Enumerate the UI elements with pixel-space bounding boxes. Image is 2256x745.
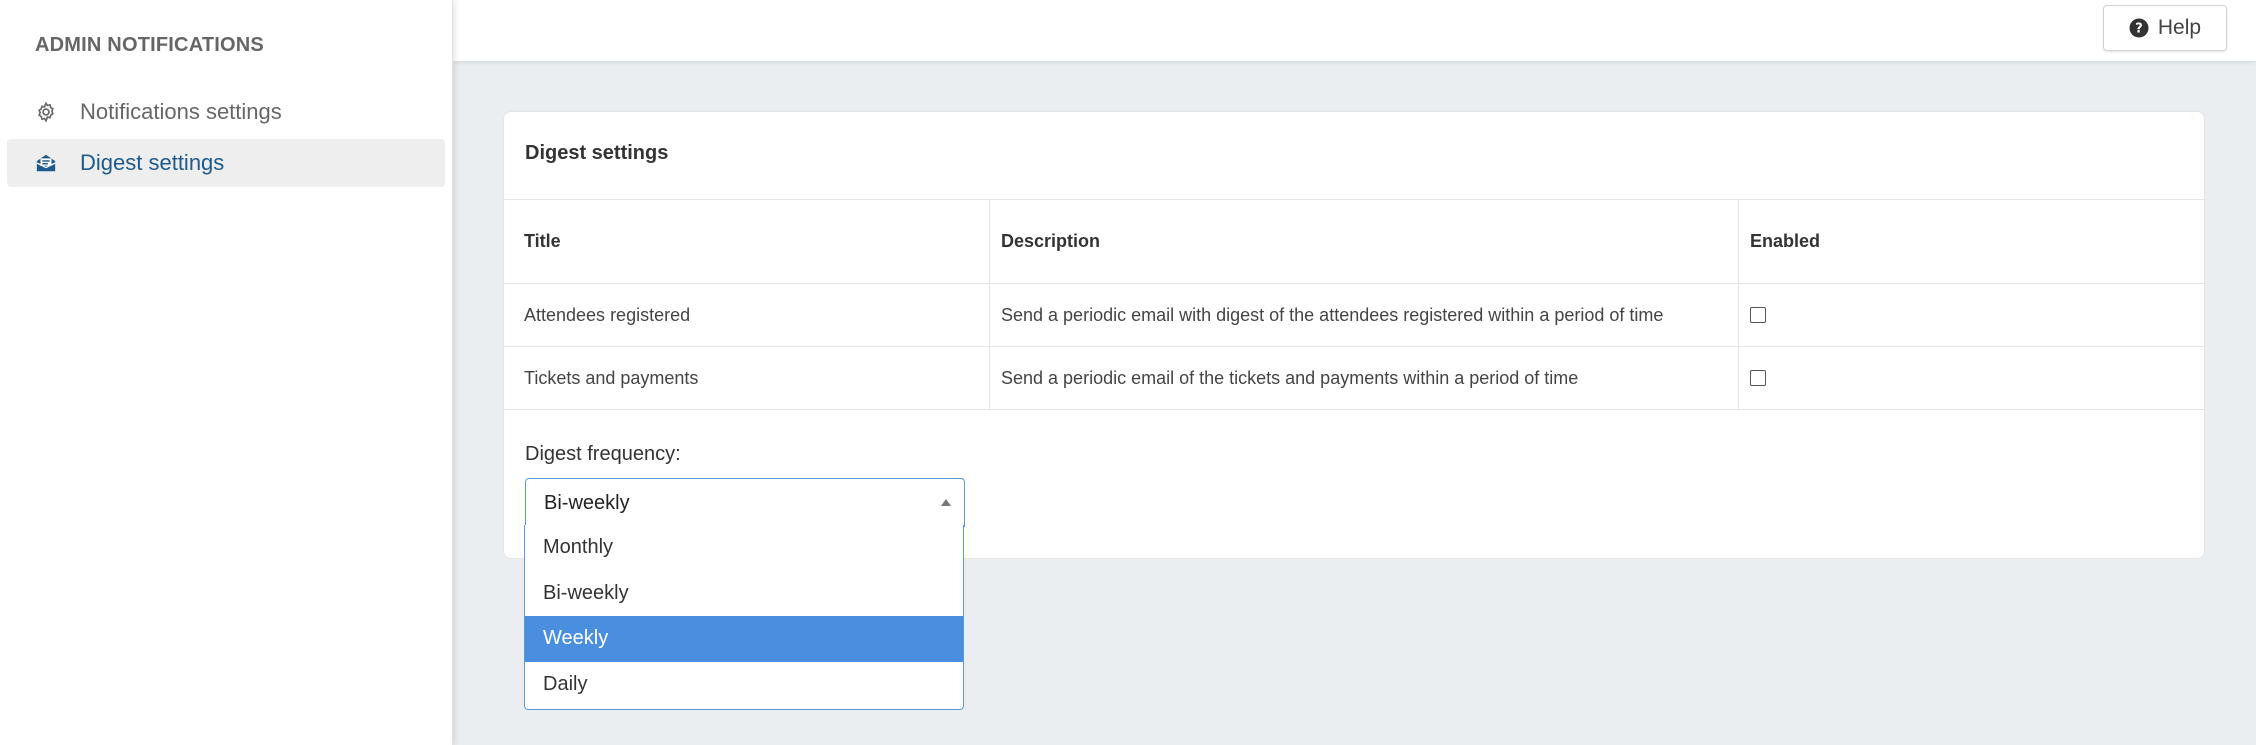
- option-weekly[interactable]: Weekly: [525, 616, 963, 662]
- sidebar-item-label: Notifications settings: [80, 99, 282, 124]
- row-title: Tickets and payments: [524, 367, 699, 388]
- gear-icon: [34, 100, 58, 124]
- top-bar: ? Help: [453, 0, 2256, 61]
- table-row: Attendees registered Send a periodic ema…: [504, 284, 2204, 347]
- sidebar-item-label: Digest settings: [80, 150, 225, 175]
- row-title: Attendees registered: [524, 304, 691, 325]
- option-bi-weekly[interactable]: Bi-weekly: [525, 571, 963, 617]
- sidebar-item-notifications-settings[interactable]: Notifications settings: [7, 88, 445, 136]
- help-label: Help: [2157, 16, 2202, 39]
- sidebar: ADMIN NOTIFICATIONS Notifications settin…: [0, 0, 453, 745]
- envelope-open-icon: [34, 151, 58, 175]
- option-daily[interactable]: Daily: [525, 662, 963, 708]
- column-header-description: Description: [989, 200, 1738, 283]
- digest-frequency-label: Digest frequency:: [525, 443, 681, 465]
- column-header-enabled: Enabled: [1738, 200, 2204, 283]
- svg-text:?: ?: [2135, 22, 2143, 37]
- row-description: Send a periodic email with digest of the…: [989, 284, 1738, 346]
- option-monthly[interactable]: Monthly: [525, 525, 963, 571]
- digest-frequency-select[interactable]: Bi-weekly: [525, 478, 965, 527]
- help-button[interactable]: ? Help: [2103, 5, 2227, 51]
- row-description: Send a periodic email of the tickets and…: [989, 347, 1738, 409]
- question-circle-icon: ?: [2129, 18, 2149, 38]
- select-value: Bi-weekly: [544, 491, 630, 514]
- table-header-row: Title Description Enabled: [504, 200, 2204, 284]
- sidebar-item-digest-settings[interactable]: Digest settings: [7, 139, 445, 187]
- digest-frequency-dropdown: Monthly Bi-weekly Weekly Daily: [524, 525, 964, 710]
- card-title: Digest settings: [525, 142, 669, 164]
- row-enabled-cell: [1738, 347, 2204, 409]
- sidebar-heading: ADMIN NOTIFICATIONS: [35, 34, 264, 56]
- enabled-checkbox[interactable]: [1750, 307, 1766, 323]
- digest-settings-card: Digest settings Title Description Enable…: [503, 111, 2205, 559]
- enabled-checkbox[interactable]: [1750, 370, 1766, 386]
- table-row: Tickets and payments Send a periodic ema…: [504, 347, 2204, 410]
- caret-up-icon: [941, 499, 951, 506]
- digest-table: Title Description Enabled Attendees regi…: [504, 199, 2204, 410]
- column-header-title: Title: [524, 231, 561, 251]
- row-enabled-cell: [1738, 284, 2204, 346]
